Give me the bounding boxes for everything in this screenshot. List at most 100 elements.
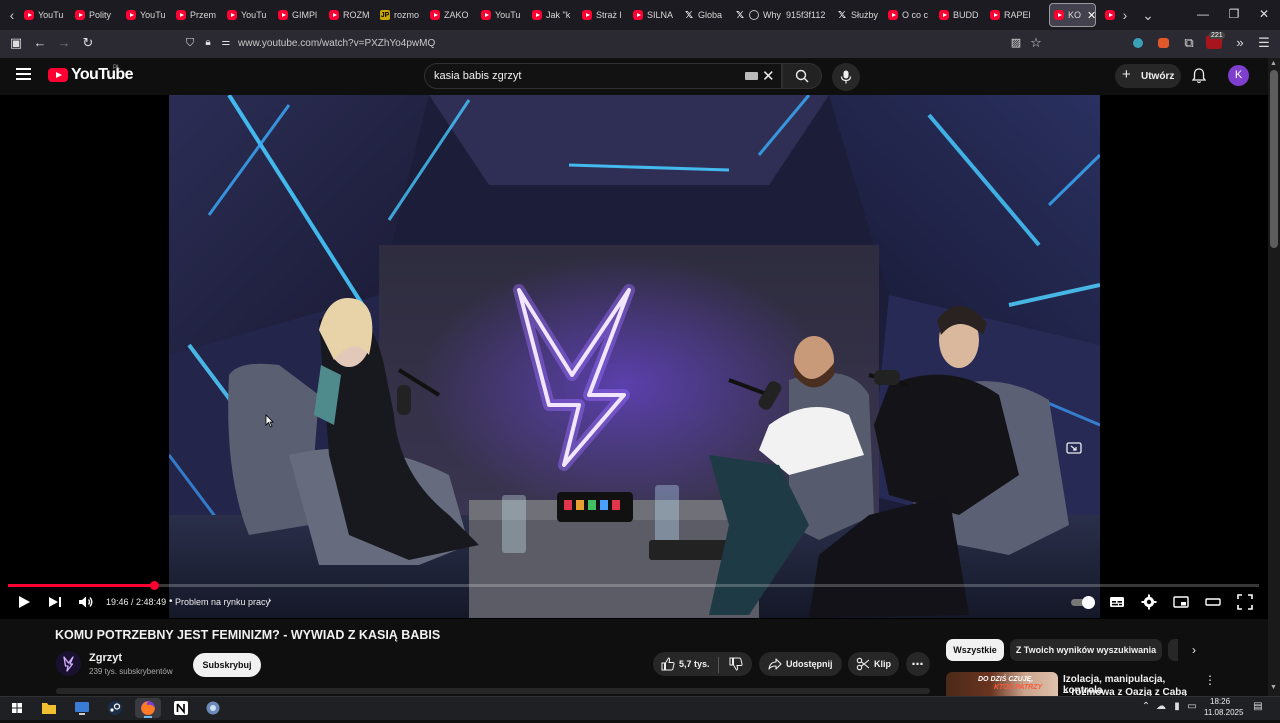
firefox-taskbar-icon[interactable] [135,698,161,718]
microphone-tray-icon[interactable]: ▮ [1171,701,1183,713]
extensions-puzzle-icon[interactable]: ⧉ [1181,35,1197,51]
tray-overflow-chevron-icon[interactable]: ⌃ [1140,701,1152,713]
browser-tab[interactable] [1105,3,1115,27]
steam-icon[interactable] [102,698,128,718]
back-button[interactable]: ← [32,35,48,51]
play-button[interactable] [16,594,32,610]
picture-icon[interactable]: ▨ [1008,35,1024,51]
chapter-title[interactable]: Problem na rynku pracy [175,597,270,607]
browser-tab[interactable]: Przem [176,3,222,27]
recommendation-menu-icon[interactable]: ⋮ [1204,673,1216,687]
miniplayer-expand-icon[interactable] [1066,440,1082,456]
tabs-scroll-right-button[interactable]: › [1116,6,1134,24]
browser-tab[interactable]: Straż l [582,3,628,27]
thumbs-up-icon[interactable] [661,657,675,673]
lock-icon[interactable]: 🔒︎ [200,35,216,51]
volume-button[interactable] [78,594,94,610]
browser-tab[interactable]: YouTu [227,3,273,27]
active-tab[interactable]: KO ✕ [1049,3,1096,27]
browser-tab[interactable]: YouTu [481,3,527,27]
account-avatar[interactable]: K [1228,65,1249,86]
forward-button[interactable]: → [56,35,72,51]
next-video-button[interactable] [47,594,63,610]
guide-menu-icon[interactable] [16,68,31,80]
voice-search-button[interactable] [832,63,860,91]
miniplayer-button[interactable] [1173,594,1189,610]
app-launcher-icon[interactable] [200,698,226,718]
browser-tab[interactable]: RAPEl [990,3,1036,27]
subtitles-button[interactable] [1109,594,1125,610]
network-icon[interactable]: ▭ [1186,701,1198,713]
youtube-logo-icon[interactable] [48,68,68,82]
notifications-bell-icon[interactable] [1191,68,1207,89]
clock-date[interactable]: 11.08.2025 [1204,708,1243,717]
permissions-icon[interactable]: ⚌ [218,35,234,51]
clear-search-icon[interactable]: ✕ [762,67,775,85]
description-box-edge[interactable] [56,688,930,694]
youtube-wordmark[interactable]: YouTube [71,66,133,84]
share-button[interactable]: Udostępnij [759,652,842,676]
search-button[interactable] [782,63,822,89]
scroll-up-arrow-icon[interactable]: ▲ [1270,60,1277,67]
notion-app-icon[interactable] [168,698,194,718]
page-scrollbar-thumb[interactable] [1270,70,1278,248]
computer-app-icon[interactable] [69,698,95,718]
chips-next-chevron-icon[interactable]: › [1192,643,1196,657]
more-actions-button[interactable]: ⋯ [906,652,930,676]
autoplay-toggle[interactable] [1071,596,1095,609]
browser-tab[interactable]: YouTu [24,3,70,27]
vpn-extension-icon[interactable] [1133,38,1143,48]
file-explorer-icon[interactable] [36,698,62,718]
app-menu-icon[interactable]: ☰ [1256,35,1272,51]
browser-tab[interactable]: Polity [75,3,121,27]
subscribe-button[interactable]: Subskrybuj [193,653,261,677]
minimize-window-button[interactable]: — [1195,7,1211,21]
notifications-center-icon[interactable]: ▤ [1252,701,1264,713]
search-query[interactable]: kasia babis zgrzyt [434,70,521,82]
sidebar-toggle-icon[interactable]: ▣ [8,35,24,51]
chapter-chevron-icon[interactable]: › [268,595,271,606]
browser-tab[interactable]: ROZM [329,3,375,27]
video-frame[interactable] [169,95,1100,618]
start-windows-icon[interactable] [4,698,30,718]
chip-from-search[interactable]: Z Twoich wyników wyszukiwania [1010,639,1162,661]
overflow-chevrons-icon[interactable]: » [1232,35,1248,51]
browser-tab[interactable]: O co c [888,3,934,27]
clip-button[interactable]: Klip [848,652,899,676]
browser-tab[interactable]: 𝕏 Służby [837,3,883,27]
thumbs-down-icon[interactable] [729,657,743,673]
progress-bar[interactable] [8,584,1259,587]
restore-window-button[interactable]: ❐ [1226,7,1242,21]
chip-partial[interactable] [1168,639,1178,661]
browser-tab[interactable]: 𝕏 Why y [735,3,781,27]
close-tab-icon[interactable]: ✕ [1087,9,1095,22]
extension-fox-icon[interactable] [1158,38,1169,48]
chip-all[interactable]: Wszystkie [946,639,1004,661]
browser-tab[interactable]: BUDD [939,3,985,27]
keyboard-icon[interactable] [745,72,758,80]
progress-scrubber-handle[interactable] [150,581,159,590]
browser-tab[interactable]: 915f3f112 [786,3,832,27]
settings-gear-icon[interactable] [1141,594,1157,610]
browser-tab[interactable]: YouTu [126,3,172,27]
tab-list-dropdown-button[interactable]: ⌄ [1139,6,1157,24]
like-count[interactable]: 5,7 tys. [679,659,710,669]
shield-icon[interactable]: ⛉ [182,35,198,51]
browser-tab[interactable]: SILNA [633,3,679,27]
browser-tab[interactable]: JP rozmo [380,3,426,27]
bookmark-star-icon[interactable]: ☆ [1028,35,1044,51]
browser-tab[interactable]: ZAKO [430,3,476,27]
browser-tab[interactable]: GIMPl [278,3,324,27]
theater-mode-button[interactable] [1205,594,1221,610]
reload-button[interactable]: ↻ [80,35,96,51]
browser-tab[interactable]: Jak "k [532,3,578,27]
onedrive-cloud-icon[interactable]: ☁ [1155,701,1167,713]
channel-name[interactable]: Zgrzyt [89,652,122,664]
channel-avatar[interactable] [56,651,81,676]
fullscreen-button[interactable] [1237,594,1253,610]
browser-tab[interactable]: 𝕏 Globa [684,3,730,27]
close-window-button[interactable]: ✕ [1256,7,1272,21]
clock-time[interactable]: 18:26 [1210,697,1230,706]
tabs-scroll-left-button[interactable]: ‹ [3,6,21,24]
scroll-down-arrow-icon[interactable]: ▼ [1270,684,1277,691]
